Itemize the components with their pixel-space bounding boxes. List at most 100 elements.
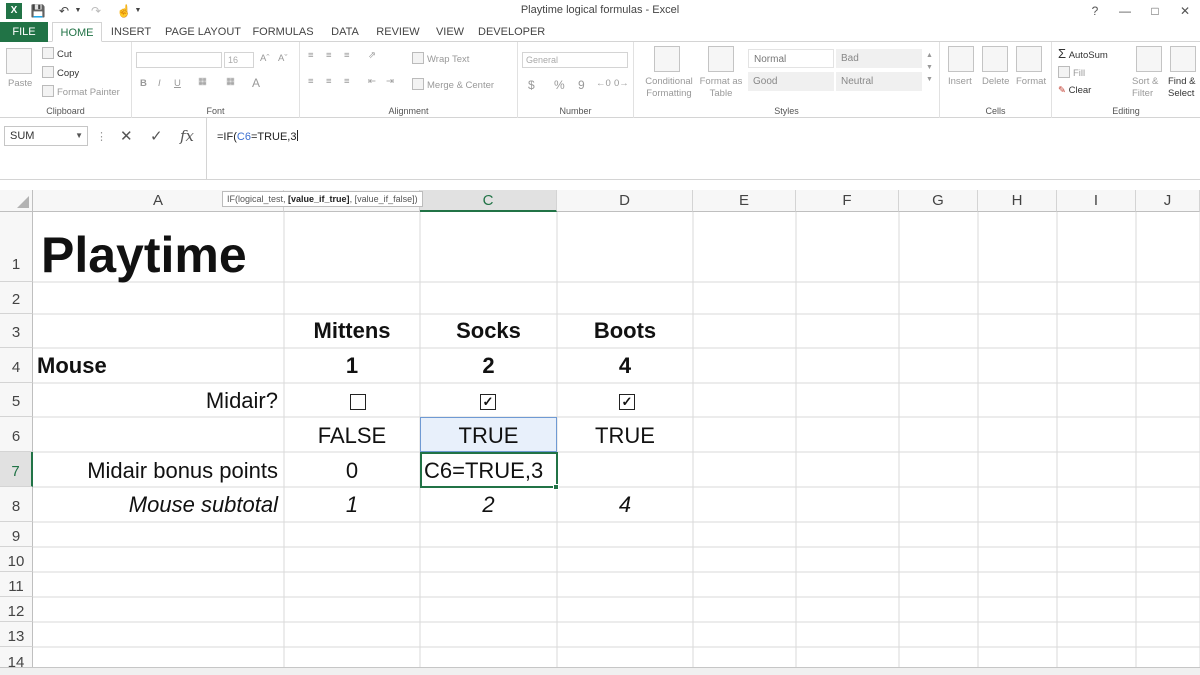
format-cells-icon[interactable]	[1016, 46, 1042, 72]
name-box[interactable]: SUM ▼	[4, 126, 88, 146]
mouse-label[interactable]: Mouse	[33, 353, 107, 379]
font-name-box[interactable]	[136, 52, 222, 68]
conditional-formatting-button[interactable]: Conditional Formatting	[638, 76, 700, 100]
bonus-mittens[interactable]: 0	[284, 458, 420, 484]
row-header-11[interactable]: 11	[0, 572, 33, 597]
fill-button[interactable]: Fill	[1058, 66, 1085, 79]
midair-checkbox-mittens[interactable]	[350, 394, 366, 410]
align-middle-icon[interactable]: ≡	[326, 50, 332, 61]
chevron-down-icon[interactable]: ▼	[75, 127, 83, 145]
sort-filter-button[interactable]: Sort & Filter	[1132, 76, 1166, 100]
insert-button[interactable]: Insert	[948, 76, 972, 87]
column-header-e[interactable]: E	[693, 190, 796, 212]
delete-button[interactable]: Delete	[982, 76, 1009, 87]
comma-button[interactable]: 9	[578, 78, 585, 92]
tab-data[interactable]: DATA	[322, 22, 368, 42]
header-socks[interactable]: Socks	[420, 318, 557, 344]
result-mittens[interactable]: FALSE	[284, 423, 420, 449]
orientation-icon[interactable]: ⇗	[368, 50, 376, 61]
align-top-icon[interactable]: ≡	[308, 50, 314, 61]
midair-label[interactable]: Midair?	[33, 388, 284, 414]
increase-indent-icon[interactable]: ⇥	[386, 76, 394, 87]
bold-button[interactable]: B	[140, 78, 147, 89]
enter-icon[interactable]: ✓	[150, 127, 163, 145]
subtotal-boots[interactable]: 4	[557, 492, 693, 518]
autosum-button[interactable]: Σ AutoSum	[1058, 46, 1108, 61]
italic-button[interactable]: I	[158, 78, 161, 89]
row-header-3[interactable]: 3	[0, 314, 33, 348]
sheet-tab-bar[interactable]	[0, 667, 1200, 675]
tab-file[interactable]: FILE	[0, 22, 48, 42]
tab-formulas[interactable]: FORMULAS	[250, 22, 316, 42]
column-header-f[interactable]: F	[796, 190, 899, 212]
sort-filter-icon[interactable]	[1136, 46, 1162, 72]
style-good[interactable]: Good	[748, 72, 834, 91]
style-bad[interactable]: Bad	[836, 49, 922, 68]
shrink-font-icon[interactable]: Aˇ	[278, 53, 288, 64]
grow-font-icon[interactable]: Aˆ	[260, 53, 270, 64]
row-header-9[interactable]: 9	[0, 522, 33, 547]
fill-handle[interactable]	[553, 484, 559, 490]
align-left-icon[interactable]: ≡	[308, 76, 314, 87]
column-header-h[interactable]: H	[978, 190, 1057, 212]
column-header-d[interactable]: D	[557, 190, 693, 212]
result-socks[interactable]: TRUE	[420, 423, 557, 449]
mouse-value-socks[interactable]: 2	[420, 353, 557, 379]
minimize-icon[interactable]: —	[1110, 0, 1140, 22]
borders-icon[interactable]: ▦	[198, 76, 207, 87]
style-neutral[interactable]: Neutral	[836, 72, 922, 91]
insert-cells-icon[interactable]	[948, 46, 974, 72]
row-header-1[interactable]: 1	[0, 212, 33, 282]
mouse-value-mittens[interactable]: 1	[284, 353, 420, 379]
tab-insert[interactable]: INSERT	[106, 22, 156, 42]
row-header-5[interactable]: 5	[0, 383, 33, 417]
subtotal-socks[interactable]: 2	[420, 492, 557, 518]
row-header-8[interactable]: 8	[0, 487, 33, 522]
paste-icon[interactable]	[6, 48, 32, 74]
percent-button[interactable]: %	[554, 78, 565, 92]
align-center-icon[interactable]: ≡	[326, 76, 332, 87]
column-header-g[interactable]: G	[899, 190, 978, 212]
insert-function-icon[interactable]: fx	[180, 127, 194, 145]
decrease-decimal-icon[interactable]: 0→	[614, 78, 629, 89]
header-boots[interactable]: Boots	[557, 318, 693, 344]
header-mittens[interactable]: Mittens	[284, 318, 420, 344]
row-header-12[interactable]: 12	[0, 597, 33, 622]
midair-checkbox-socks[interactable]: ✓	[480, 394, 496, 410]
increase-decimal-icon[interactable]: ←0	[596, 78, 611, 89]
cancel-icon[interactable]: ✕	[120, 127, 133, 145]
row-header-10[interactable]: 10	[0, 547, 33, 572]
row-header-4[interactable]: 4	[0, 348, 33, 383]
clear-button[interactable]: ✎ Clear	[1058, 85, 1091, 96]
tab-page-layout[interactable]: PAGE LAYOUT	[162, 22, 244, 42]
column-header-c[interactable]: C	[420, 190, 557, 212]
find-select-button[interactable]: Find & Select	[1168, 76, 1200, 100]
formula-input[interactable]: =IF(C6=TRUE,3	[206, 118, 1200, 180]
subtotal-label[interactable]: Mouse subtotal	[33, 492, 284, 518]
align-right-icon[interactable]: ≡	[344, 76, 350, 87]
tab-view[interactable]: VIEW	[428, 22, 472, 42]
align-bottom-icon[interactable]: ≡	[344, 50, 350, 61]
bonus-socks-editing[interactable]: C6=TRUE,3	[420, 458, 543, 484]
mouse-value-boots[interactable]: 4	[557, 353, 693, 379]
number-format-select[interactable]: General	[522, 52, 628, 68]
currency-button[interactable]: $	[528, 78, 535, 92]
copy-button[interactable]: Copy	[42, 66, 79, 79]
select-all-button[interactable]	[0, 190, 33, 212]
row-header-6[interactable]: 6	[0, 417, 33, 452]
underline-button[interactable]: U	[174, 78, 181, 89]
font-size-box[interactable]: 16	[224, 52, 254, 68]
help-icon[interactable]: ?	[1080, 0, 1110, 22]
merge-center-button[interactable]: Merge & Center	[412, 78, 494, 91]
wrap-text-button[interactable]: Wrap Text	[412, 52, 469, 65]
more-options-icon[interactable]: ⋮	[96, 130, 107, 143]
subtotal-mittens[interactable]: 1	[284, 492, 420, 518]
worksheet-grid[interactable]: ABCDEFGHIJ 1234567891011121314 Playtime …	[0, 190, 1200, 675]
font-color-icon[interactable]: A	[252, 76, 260, 90]
row-header-7[interactable]: 7	[0, 452, 33, 487]
format-as-table-icon[interactable]	[708, 46, 734, 72]
result-boots[interactable]: TRUE	[557, 423, 693, 449]
tab-home[interactable]: HOME	[52, 22, 102, 42]
sheet-title[interactable]: Playtime	[37, 222, 247, 288]
tab-developer[interactable]: DEVELOPER	[478, 22, 545, 42]
